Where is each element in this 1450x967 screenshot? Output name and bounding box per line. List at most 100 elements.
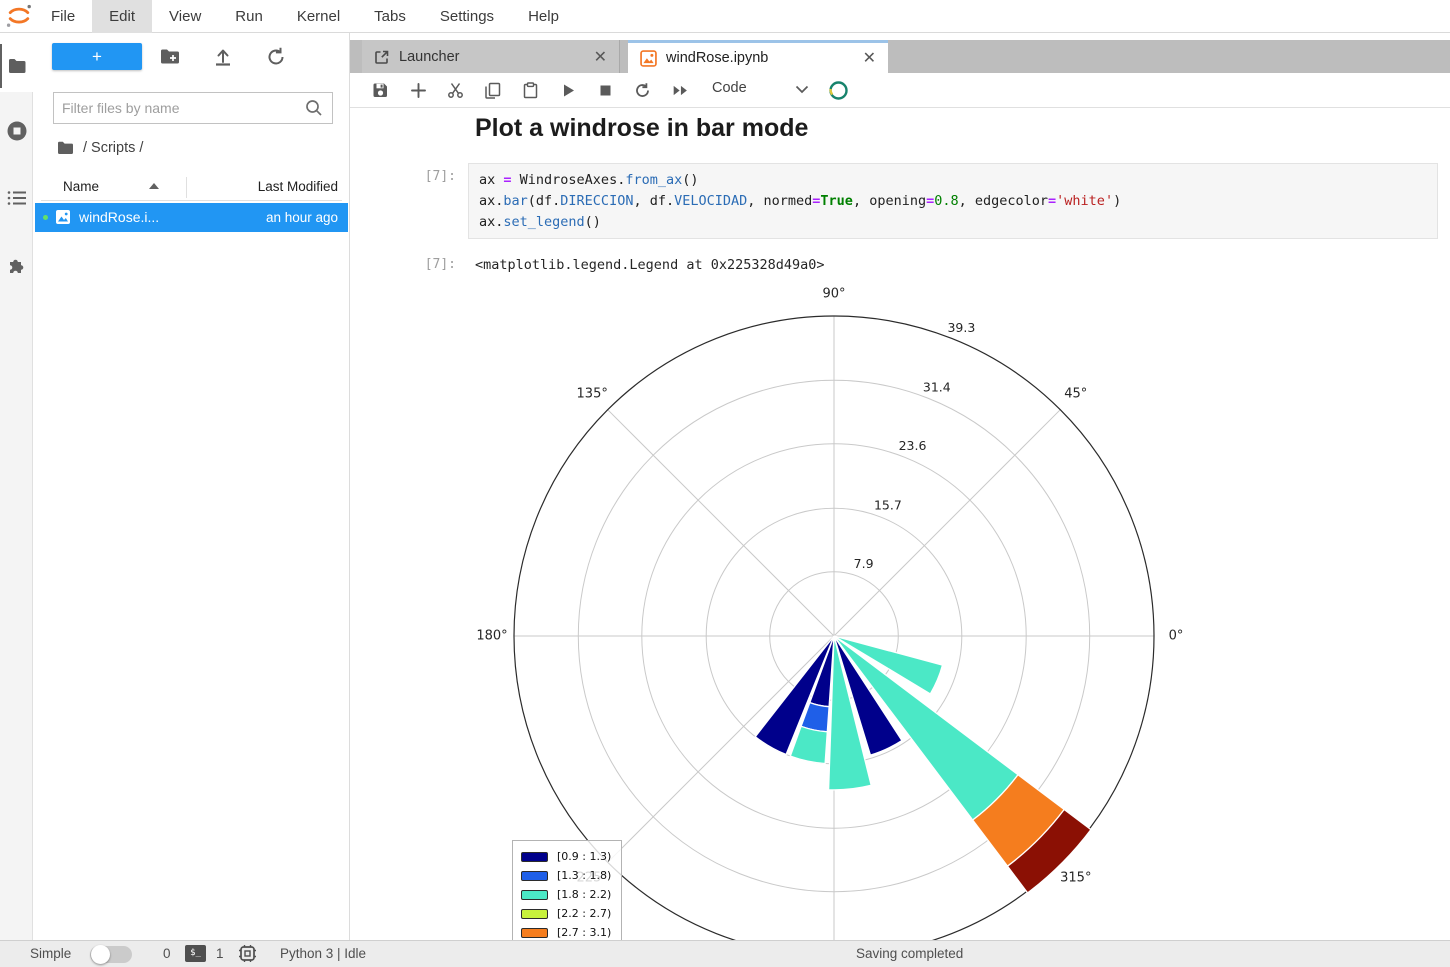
svg-text:315°: 315°	[1060, 870, 1091, 885]
kernel-count[interactable]: 1	[216, 946, 224, 961]
svg-text:180°: 180°	[476, 629, 507, 644]
tab-launcher[interactable]: Launcher ✕	[362, 40, 620, 73]
sidebar-item-running-sessions[interactable]	[0, 109, 33, 153]
svg-text:90°: 90°	[822, 287, 845, 302]
menu-item-file[interactable]: File	[34, 0, 92, 33]
notebook-icon	[640, 50, 657, 67]
file-browser-toolbar: +	[33, 43, 350, 71]
menu-bar: FileEditViewRunKernelTabsSettingsHelp	[0, 0, 1450, 33]
legend-label: [2.2 : 2.7)	[557, 907, 611, 920]
column-divider	[186, 177, 187, 198]
sidebar-item-file-browser[interactable]	[0, 44, 33, 88]
file-row-selected[interactable]: windRose.i... an hour ago	[35, 203, 348, 232]
menu-item-help[interactable]: Help	[511, 0, 576, 33]
menu-item-kernel[interactable]: Kernel	[280, 0, 357, 33]
file-modified: an hour ago	[266, 210, 338, 225]
file-list-header: Name Last Modified	[41, 175, 342, 201]
add-cell-icon[interactable]	[410, 82, 427, 99]
svg-text:7.9: 7.9	[854, 556, 874, 571]
kernel-status-text[interactable]: Python 3 | Idle	[280, 946, 366, 961]
status-message: Saving completed	[856, 946, 963, 961]
sort-ascending-icon[interactable]	[149, 183, 159, 189]
tab-label: windRose.ipynb	[666, 50, 863, 66]
running-sessions-icon	[6, 120, 28, 142]
jupyter-logo-icon	[4, 2, 34, 30]
puzzle-icon	[7, 255, 27, 275]
restart-run-all-icon[interactable]	[672, 82, 689, 99]
status-bar: Simple 0 $_ 1 Python 3 | Idle Saving com…	[0, 940, 1450, 967]
search-icon[interactable]	[304, 98, 324, 118]
new-folder-icon[interactable]	[159, 46, 181, 68]
close-icon[interactable]: ✕	[863, 48, 876, 68]
breadcrumb[interactable]: / Scripts /	[57, 137, 143, 159]
menu-item-run[interactable]: Run	[218, 0, 280, 33]
sidebar-item-table-of-contents[interactable]	[0, 176, 33, 220]
legend-label: [1.3 : 1.8)	[557, 869, 611, 882]
svg-text:0°: 0°	[1169, 629, 1184, 644]
list-icon	[7, 190, 27, 206]
upload-icon[interactable]	[212, 46, 234, 68]
terminal-count[interactable]: 0	[163, 946, 171, 961]
terminal-icon: $_	[185, 945, 206, 962]
notebook-file-icon	[55, 209, 71, 225]
menu-item-edit[interactable]: Edit	[92, 0, 152, 33]
menu-items: FileEditViewRunKernelTabsSettingsHelp	[34, 0, 576, 33]
legend-label: [0.9 : 1.3)	[557, 850, 611, 863]
copy-icon[interactable]	[484, 82, 501, 99]
toggle-knob	[91, 945, 110, 964]
main-dock: Launcher ✕ windRose.ipynb ✕	[350, 33, 1450, 940]
code-cell-input[interactable]: ax = WindroseAxes.from_ax()ax.bar(df.DIR…	[468, 163, 1438, 239]
tab-bar: Launcher ✕ windRose.ipynb ✕	[350, 40, 1450, 73]
kernel-chip-icon	[238, 944, 257, 963]
cut-icon[interactable]	[447, 82, 464, 99]
svg-text:39.3: 39.3	[947, 320, 975, 335]
notebook-content: Plot a windrose in bar mode [7]: ax = Wi…	[350, 108, 1450, 940]
legend-swatch	[521, 871, 548, 881]
sidebar-item-extension-manager[interactable]	[0, 243, 33, 287]
legend-swatch	[521, 928, 548, 938]
input-prompt: [7]:	[398, 169, 456, 184]
legend-label: [1.8 : 2.2)	[557, 888, 611, 901]
paste-icon[interactable]	[522, 82, 539, 99]
svg-text:15.7: 15.7	[874, 497, 902, 512]
svg-text:23.6: 23.6	[899, 438, 927, 453]
svg-text:135°: 135°	[577, 387, 608, 402]
cell-output-text: <matplotlib.legend.Legend at 0x225328d49…	[475, 257, 825, 273]
activity-bar	[0, 33, 33, 940]
launcher-icon	[374, 49, 390, 65]
svg-text:31.4: 31.4	[923, 379, 951, 394]
column-header-last-modified[interactable]: Last Modified	[258, 179, 338, 194]
cell-type-dropdown[interactable]: Code	[712, 80, 747, 96]
simple-mode-toggle[interactable]	[90, 946, 132, 963]
new-launcher-button[interactable]: +	[52, 43, 142, 70]
chevron-down-icon[interactable]	[795, 85, 809, 94]
kernel-status-indicator[interactable]	[828, 80, 849, 101]
refresh-icon[interactable]	[265, 46, 287, 68]
legend-swatch	[521, 890, 548, 900]
column-header-name[interactable]: Name	[63, 179, 99, 194]
jupyterlab-window: FileEditViewRunKernelTabsSettingsHelp	[0, 0, 1450, 967]
svg-text:45°: 45°	[1064, 387, 1087, 402]
kernel-running-dot	[43, 215, 48, 220]
notebook-toolbar: Code	[350, 73, 1450, 108]
markdown-heading[interactable]: Plot a windrose in bar mode	[475, 114, 808, 143]
file-browser-panel: + / Scripts /	[33, 33, 350, 940]
folder-icon	[8, 58, 27, 74]
file-filter-input[interactable]	[54, 100, 304, 116]
stop-icon[interactable]	[597, 82, 614, 99]
tab-windrose-notebook[interactable]: windRose.ipynb ✕	[628, 40, 888, 73]
legend-row: [0.9 : 1.3)	[521, 847, 613, 866]
close-icon[interactable]: ✕	[594, 47, 607, 67]
run-icon[interactable]	[560, 82, 577, 99]
legend-row: [2.7 : 3.1)	[521, 923, 613, 940]
save-icon[interactable]	[372, 82, 389, 99]
windrose-legend: [0.9 : 1.3) [1.3 : 1.8) [1.8 : 2.2) [2.2 : …	[512, 840, 622, 940]
menu-item-view[interactable]: View	[152, 0, 218, 33]
menu-item-settings[interactable]: Settings	[423, 0, 511, 33]
folder-icon	[57, 141, 74, 155]
restart-kernel-icon[interactable]	[634, 82, 651, 99]
legend-row: [1.3 : 1.8)	[521, 866, 613, 885]
legend-label: [2.7 : 3.1)	[557, 926, 611, 939]
menu-item-tabs[interactable]: Tabs	[357, 0, 423, 33]
breadcrumb-path: / Scripts /	[83, 140, 143, 156]
